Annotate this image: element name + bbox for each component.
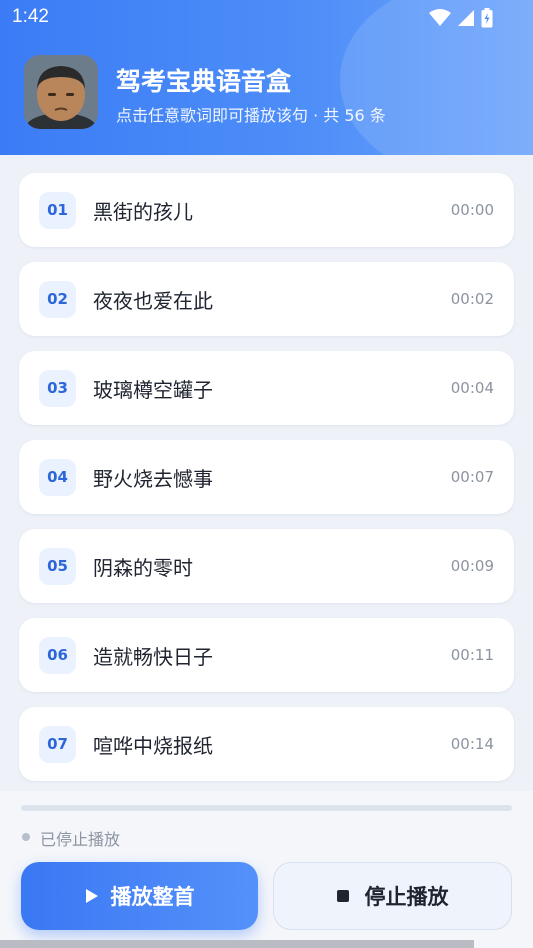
status-icons [429,8,493,28]
lyric-item[interactable]: 07 喧哗中烧报纸 00:14 [19,707,514,781]
home-indicator [0,940,474,948]
status-time: 1:42 [12,6,49,27]
play-all-label: 播放整首 [110,885,195,909]
lyric-number: 04 [39,458,76,496]
lyrics-list: 01 黑街的孩儿 00:00 02 夜夜也爱在此 00:02 03 玻璃樽空罐子… [19,173,514,796]
stop-label: 停止播放 [364,885,449,909]
lyric-number: 06 [39,636,76,674]
lyric-text: 玻璃樽空罐子 [93,377,213,402]
play-icon [85,889,98,903]
lyric-item[interactable]: 05 阴森的零时 00:09 [19,529,514,603]
player-panel: 已停止播放 播放整首 停止播放 [0,791,533,948]
lyric-item[interactable]: 02 夜夜也爱在此 00:02 [19,262,514,336]
lyric-text: 喧哗中烧报纸 [93,733,213,758]
lyric-time: 00:07 [450,468,494,486]
stop-icon [336,890,349,902]
status-dot-icon [22,833,30,841]
lyric-text: 阴森的零时 [93,555,193,580]
lyric-number: 05 [39,547,76,585]
stop-button[interactable]: 停止播放 [273,862,512,930]
wifi-icon [429,9,451,26]
header: 1:42 驾考宝典语音盒 点击任意歌词即可播放该句 · 共 56 条 [0,0,533,155]
lyric-time: 00:11 [450,646,494,664]
lyric-text: 夜夜也爱在此 [93,288,213,313]
cellular-signal-icon [458,10,474,26]
play-all-button[interactable]: 播放整首 [21,862,258,930]
lyric-time: 00:09 [450,557,494,575]
lyric-item[interactable]: 04 野火烧去憾事 00:07 [19,440,514,514]
lyric-item[interactable]: 01 黑街的孩儿 00:00 [19,173,514,247]
app-subtitle: 点击任意歌词即可播放该句 · 共 56 条 [116,106,386,125]
lyric-number: 01 [39,191,76,229]
lyric-time: 00:00 [450,201,494,219]
lyric-time: 00:04 [450,379,494,397]
lyric-time: 00:14 [450,735,494,753]
lyric-number: 02 [39,280,76,318]
lyric-text: 造就畅快日子 [93,644,213,669]
lyric-item[interactable]: 06 造就畅快日子 00:11 [19,618,514,692]
progress-bar[interactable] [21,805,512,811]
app-screen: 1:42 驾考宝典语音盒 点击任意歌词即可播放该句 · 共 56 条 01 黑街… [0,0,533,948]
avatar-face-icon [24,55,98,129]
lyric-item[interactable]: 03 玻璃樽空罐子 00:04 [19,351,514,425]
lyric-text: 野火烧去憾事 [93,466,213,491]
lyric-text: 黑街的孩儿 [93,199,193,224]
lyric-number: 03 [39,369,76,407]
battery-icon [481,8,493,28]
status-bar: 1:42 [0,0,533,36]
lyric-number: 07 [39,725,76,763]
avatar [24,55,98,129]
lyric-time: 00:02 [450,290,494,308]
app-title: 驾考宝典语音盒 [116,67,292,96]
playback-status: 已停止播放 [40,830,121,849]
